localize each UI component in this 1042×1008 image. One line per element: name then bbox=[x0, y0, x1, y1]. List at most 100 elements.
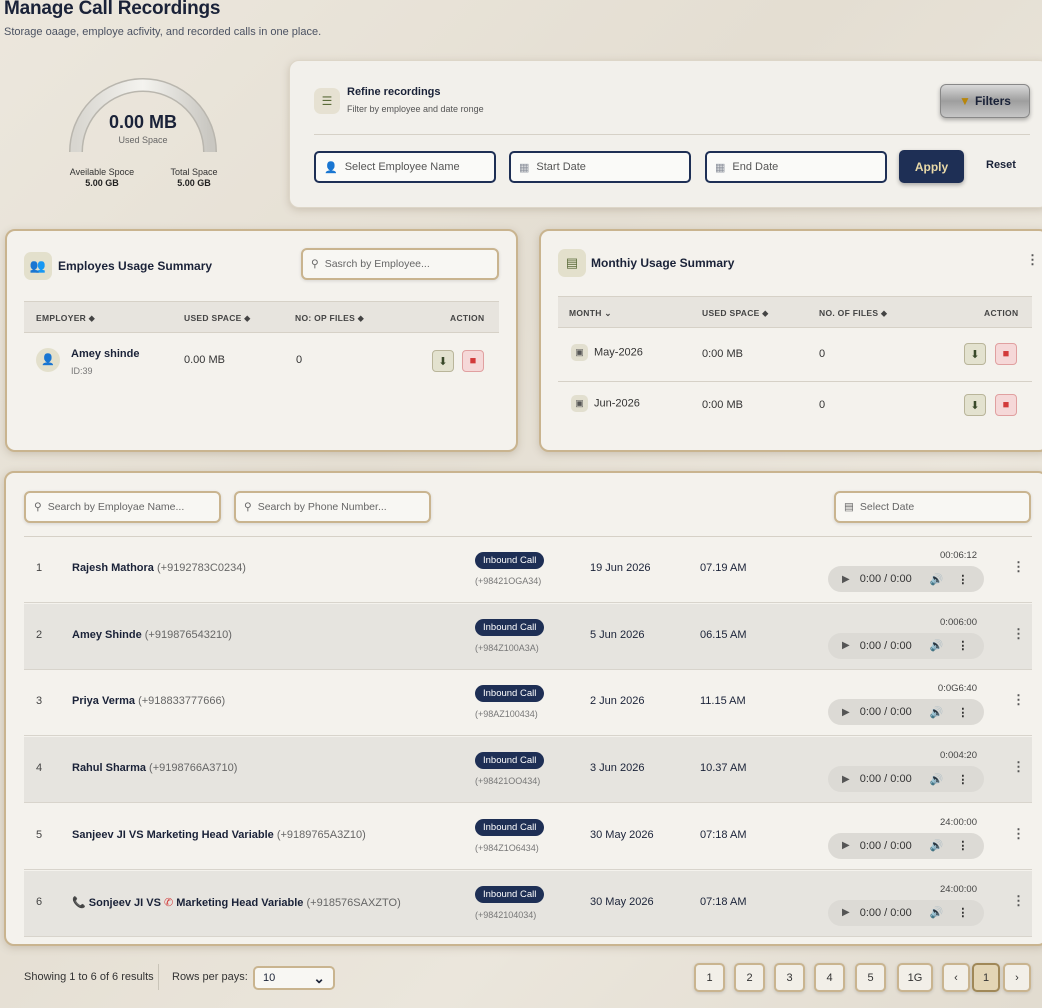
volume-icon[interactable]: 🔊 bbox=[930, 573, 944, 586]
call-time: 07:18 AM bbox=[700, 895, 747, 908]
employee-table-header: EMPLOYER ⬥ USED SPACE ⬥ NO: OP FILES ⬥ A… bbox=[24, 301, 499, 333]
row-menu-icon[interactable]: ⋮ bbox=[1012, 759, 1025, 775]
col-employer[interactable]: EMPLOYER ⬥ bbox=[36, 313, 95, 324]
player-time: 0:00 / 0:00 bbox=[859, 639, 912, 652]
player-more-icon[interactable]: ⋮ bbox=[957, 839, 968, 852]
month-cell: ▣ May-2026 bbox=[571, 344, 643, 361]
filter-title: Refine recordings bbox=[347, 86, 441, 98]
calendar-icon: ▦ bbox=[519, 161, 530, 174]
col-files[interactable]: NO. OF FILES ⬥ bbox=[819, 308, 887, 319]
rows-per-page-select[interactable]: 10 ⌄ bbox=[253, 966, 335, 990]
end-date-field[interactable]: ▦ End Date bbox=[705, 151, 887, 183]
download-button[interactable]: ⬇ bbox=[964, 343, 986, 365]
play-icon[interactable]: ▶ bbox=[842, 907, 850, 918]
volume-icon[interactable]: 🔊 bbox=[930, 839, 944, 852]
current-page[interactable]: 1 bbox=[972, 963, 1000, 992]
available-space-label: Aveilable Spoce bbox=[69, 167, 135, 177]
audio-player[interactable]: ▶ 0:00 / 0:00 🔊 ⋮ bbox=[828, 632, 984, 659]
caller-number: (+984Z1O6434) bbox=[475, 842, 539, 853]
trash-icon: ■ bbox=[1002, 348, 1010, 360]
caller-number: (+9842104034) bbox=[475, 909, 537, 920]
employee-select-placeholder: Select Employee Name bbox=[344, 161, 460, 173]
volume-icon[interactable]: 🔊 bbox=[930, 906, 944, 919]
employee-name-search[interactable]: ⚲ Search by Employae Name... bbox=[24, 491, 221, 523]
filters-button[interactable]: ▼ Filters bbox=[940, 84, 1030, 118]
audio-player[interactable]: ▶ 0:00 / 0:00 🔊 ⋮ bbox=[828, 766, 984, 793]
reset-button[interactable]: Reset bbox=[986, 159, 1016, 171]
volume-icon[interactable]: 🔊 bbox=[930, 706, 944, 719]
call-time: 07.19 AM bbox=[700, 562, 747, 574]
total-space-label: Total Space bbox=[170, 167, 218, 177]
audio-player[interactable]: ▶ 0:00 / 0:00 🔊 ⋮ bbox=[828, 832, 984, 859]
filter-subtitle: Filter by employee and date ronge bbox=[347, 104, 484, 114]
download-button[interactable]: ⬇ bbox=[964, 394, 986, 416]
page-button-1[interactable]: 1 bbox=[694, 963, 725, 992]
row-number: 6 bbox=[36, 895, 43, 908]
col-used-space[interactable]: USED SPACE ⬥ bbox=[184, 313, 251, 324]
play-icon[interactable]: ▶ bbox=[842, 707, 850, 718]
row-menu-icon[interactable]: ⋮ bbox=[1012, 692, 1025, 708]
page-button-4[interactable]: 4 bbox=[814, 963, 845, 992]
row-number: 4 bbox=[36, 762, 43, 775]
play-icon[interactable]: ▶ bbox=[842, 774, 850, 785]
row-menu-icon[interactable]: ⋮ bbox=[1012, 826, 1025, 842]
call-time: 11.15 AM bbox=[700, 695, 746, 708]
player-more-icon[interactable]: ⋮ bbox=[957, 639, 968, 652]
player-time: 0:00 / 0:00 bbox=[859, 906, 912, 919]
row-menu-icon[interactable]: ⋮ bbox=[1012, 626, 1025, 642]
month-files: 0 bbox=[819, 399, 826, 411]
month-files: 0 bbox=[819, 348, 826, 360]
date-picker[interactable]: ▤ Select Date bbox=[834, 491, 1031, 523]
row-menu-icon[interactable]: ⋮ bbox=[1012, 559, 1025, 575]
call-employee: Sanjeev JI VS Marketing Head Variable (+… bbox=[72, 828, 366, 841]
employee-files: 0 bbox=[296, 354, 303, 366]
delete-button[interactable]: ■ bbox=[995, 343, 1017, 365]
play-icon[interactable]: ▶ bbox=[842, 840, 850, 851]
delete-button[interactable]: ■ bbox=[995, 394, 1017, 416]
page-button-5[interactable]: 5 bbox=[855, 963, 886, 992]
page-button-2[interactable]: 2 bbox=[734, 963, 765, 992]
more-icon[interactable]: ⋮ bbox=[1026, 252, 1039, 268]
page-button-3[interactable]: 3 bbox=[774, 963, 805, 992]
volume-icon[interactable]: 🔊 bbox=[930, 639, 944, 652]
avatar: 👤 bbox=[36, 348, 60, 372]
call-duration: 24:00:00 bbox=[940, 816, 977, 828]
col-action: ACTION bbox=[450, 313, 485, 323]
phone-icon: ✆ bbox=[163, 896, 174, 909]
prev-page-button[interactable]: ‹ bbox=[942, 963, 970, 992]
user-icon: 👤 bbox=[324, 161, 338, 174]
col-used-space[interactable]: USED SPACE ⬥ bbox=[702, 308, 769, 319]
employee-usage-title: Employes Usage Summary bbox=[58, 259, 213, 273]
audio-player[interactable]: ▶ 0:00 / 0:00 🔊 ⋮ bbox=[828, 566, 984, 592]
employee-select[interactable]: 👤 Select Employee Name bbox=[314, 151, 496, 183]
col-files[interactable]: NO: OP FILES ⬥ bbox=[295, 313, 364, 324]
play-icon[interactable]: ▶ bbox=[842, 640, 850, 651]
audio-player[interactable]: ▶ 0:00 / 0:00 🔊 ⋮ bbox=[828, 899, 984, 926]
page-button-last[interactable]: 1G bbox=[897, 963, 933, 992]
total-space-stat: Total Space 5.00 GB bbox=[158, 167, 230, 189]
volume-icon[interactable]: 🔊 bbox=[930, 773, 944, 786]
next-page-button[interactable]: › bbox=[1003, 963, 1031, 992]
employee-search-input[interactable]: ⚲ Sasrch by Employee... bbox=[301, 248, 499, 280]
player-more-icon[interactable]: ⋮ bbox=[957, 706, 968, 719]
caller-number: (+984Z100A3A) bbox=[475, 642, 539, 653]
call-date: 30 May 2026 bbox=[590, 895, 654, 908]
player-more-icon[interactable]: ⋮ bbox=[957, 573, 968, 586]
player-more-icon[interactable]: ⋮ bbox=[957, 906, 968, 919]
apply-button[interactable]: Apply bbox=[899, 150, 964, 183]
start-date-field[interactable]: ▦ Start Date bbox=[509, 151, 691, 183]
play-icon[interactable]: ▶ bbox=[842, 574, 850, 585]
col-month[interactable]: MONTH ⌄ bbox=[569, 308, 612, 319]
call-time: 07:18 AM bbox=[700, 828, 747, 841]
call-date: 19 Jun 2026 bbox=[590, 562, 651, 574]
row-menu-icon[interactable]: ⋮ bbox=[1012, 893, 1025, 909]
employee-name-search-placeholder: Search by Employae Name... bbox=[47, 501, 185, 513]
rows-per-page-value: 10 bbox=[263, 972, 276, 984]
table-row: 6 📞 Sonjeev JI VS ✆ Marketing Head Variab… bbox=[24, 870, 1032, 937]
audio-player[interactable]: ▶ 0:00 / 0:00 🔊 ⋮ bbox=[828, 699, 984, 726]
download-button[interactable]: ⬇ bbox=[432, 350, 454, 372]
search-icon: ⚲ bbox=[311, 258, 319, 270]
player-more-icon[interactable]: ⋮ bbox=[957, 773, 968, 786]
phone-search[interactable]: ⚲ Search by Phone Number... bbox=[234, 491, 431, 523]
delete-button[interactable]: ■ bbox=[462, 350, 484, 372]
